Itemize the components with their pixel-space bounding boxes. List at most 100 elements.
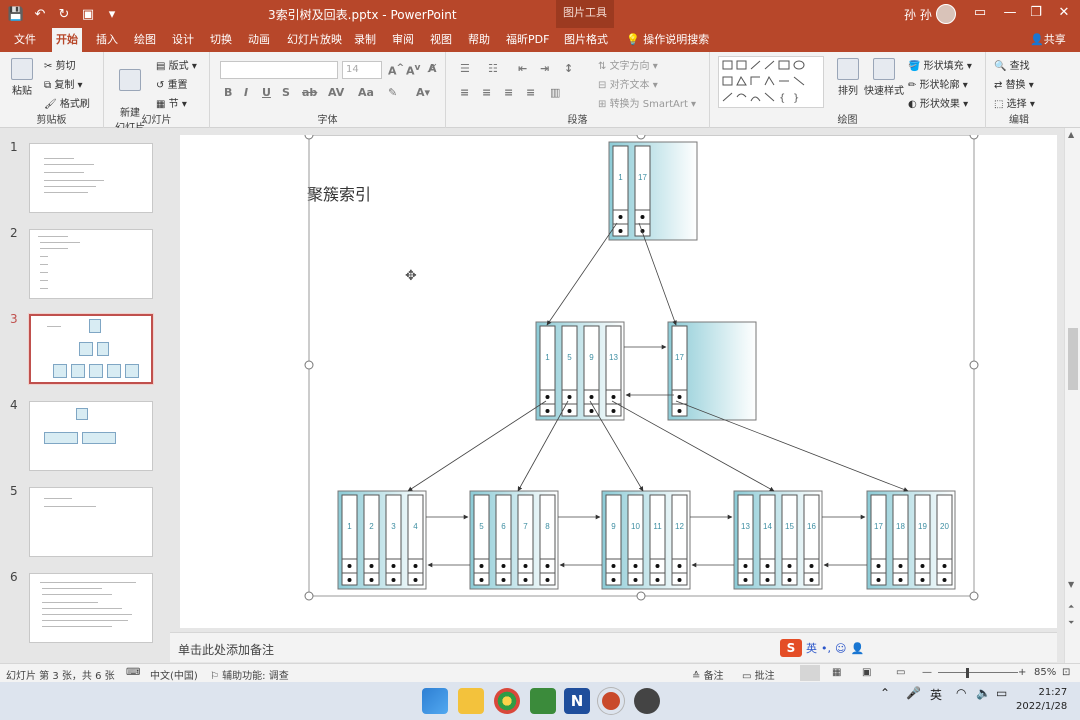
tab-file[interactable]: 文件	[10, 28, 40, 52]
align-center-icon[interactable]: ≡	[482, 86, 491, 99]
prev-slide-icon[interactable]: ⏶	[1068, 602, 1074, 612]
section-button[interactable]: ▦ 节 ▾	[156, 95, 187, 110]
comments-toggle[interactable]: ▭ 批注	[742, 667, 775, 682]
reset-button[interactable]: ↺ 重置	[156, 76, 188, 91]
sogou-ime-icon[interactable]: S	[780, 639, 802, 657]
tab-review[interactable]: 审阅	[388, 28, 418, 52]
columns-icon[interactable]: ▥	[550, 86, 560, 99]
line-spacing-icon[interactable]: ↕	[564, 62, 573, 75]
chrome-icon[interactable]	[494, 688, 520, 714]
language-indicator[interactable]: 中文(中国)	[150, 667, 198, 682]
customize-qat-icon[interactable]: ▾	[102, 4, 122, 24]
wifi-icon[interactable]: ◠	[956, 686, 966, 700]
justify-icon[interactable]: ≡	[526, 86, 535, 99]
arrange-button[interactable]: 排列	[834, 58, 862, 97]
tab-draw[interactable]: 绘图	[130, 28, 160, 52]
layout-button[interactable]: ▤ 版式 ▾	[156, 57, 197, 72]
ime-punct-icon[interactable]: •,	[821, 642, 831, 655]
save-icon[interactable]: 💾	[6, 4, 26, 24]
scroll-down-icon[interactable]: ▼	[1068, 580, 1074, 589]
resize-handle[interactable]	[969, 360, 979, 370]
shrink-font-icon[interactable]: Av	[406, 62, 420, 78]
shape-effects-button[interactable]: ◐ 形状效果 ▾	[908, 95, 968, 110]
accessibility-status[interactable]: ⚐ 辅助功能: 调查	[210, 667, 289, 682]
taskbar-ime[interactable]: 英	[930, 686, 942, 703]
tab-design[interactable]: 设计	[168, 28, 198, 52]
slide-thumbnail-2[interactable]	[29, 229, 153, 299]
leaf-node[interactable]: 1 2 3 4	[337, 490, 427, 590]
slide-thumbnail-3[interactable]	[28, 313, 154, 385]
notes-pane[interactable]: 单击此处添加备注 S 英 •, ☺ 👤	[170, 632, 1057, 662]
undo-icon[interactable]: ↶	[30, 4, 50, 24]
resize-handle[interactable]	[304, 360, 314, 370]
user-name[interactable]: 孙 孙	[904, 6, 932, 23]
next-slide-icon[interactable]: ⏷	[1068, 618, 1074, 628]
notes-placeholder[interactable]: 单击此处添加备注	[178, 641, 274, 658]
zoom-out-icon[interactable]: —	[922, 667, 932, 678]
zoom-level[interactable]: 85%	[1034, 667, 1056, 678]
highlight-icon[interactable]: ✎	[388, 86, 397, 99]
zoom-slider-thumb[interactable]	[966, 668, 969, 678]
tab-transitions[interactable]: 切换	[206, 28, 236, 52]
app-icon[interactable]	[530, 688, 556, 714]
bullets-icon[interactable]: ☰	[460, 62, 470, 75]
convert-smartart-button[interactable]: ⊞ 转换为 SmartArt ▾	[598, 95, 696, 110]
font-name-box[interactable]	[220, 61, 338, 79]
close-icon[interactable]: ✕	[1052, 2, 1076, 26]
zoom-in-icon[interactable]: +	[1018, 667, 1026, 678]
tab-animations[interactable]: 动画	[244, 28, 274, 52]
share-button[interactable]: 👤共享	[1030, 28, 1066, 52]
resize-handle[interactable]	[969, 135, 979, 140]
tell-me-search[interactable]: 💡 操作说明搜索	[626, 28, 709, 52]
file-explorer-icon[interactable]	[458, 688, 484, 714]
reading-view-icon[interactable]: ▣	[862, 667, 871, 678]
align-left-icon[interactable]: ≡	[460, 86, 469, 99]
font-size-box[interactable]: 14	[342, 61, 382, 79]
font-color-icon[interactable]: A▾	[416, 86, 430, 99]
decrease-indent-icon[interactable]: ⇤	[518, 62, 527, 75]
resize-handle[interactable]	[304, 135, 314, 140]
slide-thumbnail-6[interactable]	[29, 573, 153, 643]
ime-user-icon[interactable]: 👤	[850, 642, 864, 655]
windows-start-icon[interactable]	[422, 688, 448, 714]
resize-handle[interactable]	[636, 591, 646, 601]
replace-button[interactable]: ⇄ 替换 ▾	[994, 76, 1034, 91]
normal-view-icon[interactable]	[800, 665, 820, 681]
leaf-node[interactable]: 5 6 7 8	[469, 490, 559, 590]
slide-thumbnail-5[interactable]	[29, 487, 153, 557]
slide-thumbnail-4[interactable]	[29, 401, 153, 471]
powerpoint-taskbar-icon[interactable]	[598, 688, 624, 714]
minimize-icon[interactable]: —	[998, 2, 1022, 26]
cut-button[interactable]: ✂ 剪切	[44, 57, 76, 72]
scrollbar-thumb[interactable]	[1068, 328, 1078, 390]
ime-lang[interactable]: 英	[806, 640, 817, 656]
start-from-beginning-icon[interactable]: ▣	[78, 4, 98, 24]
inner-node[interactable]: 1 5 9 13	[535, 321, 625, 421]
notes-toggle[interactable]: ≙ 备注	[692, 667, 724, 682]
shape-fill-button[interactable]: 🪣 形状填充 ▾	[908, 57, 972, 72]
strikethrough-icon[interactable]: ab	[302, 86, 317, 99]
obs-icon[interactable]	[634, 688, 660, 714]
tab-help[interactable]: 帮助	[464, 28, 494, 52]
redo-icon[interactable]: ↻	[54, 4, 74, 24]
tab-view[interactable]: 视图	[426, 28, 456, 52]
find-button[interactable]: 🔍 查找	[994, 57, 1030, 72]
copy-button[interactable]: ⧉ 复制 ▾	[44, 76, 83, 91]
italic-icon[interactable]: I	[244, 86, 248, 99]
underline-icon[interactable]: U	[262, 86, 271, 99]
leaf-node[interactable]: 9 10 11 12	[601, 490, 691, 590]
microphone-icon[interactable]: 🎤	[906, 686, 921, 700]
tab-picture-format[interactable]: 图片格式	[560, 28, 612, 52]
zoom-slider[interactable]	[938, 672, 1018, 673]
tab-foxit-pdf[interactable]: 福昕PDF	[502, 28, 553, 52]
quick-styles-button[interactable]: 快速样式	[864, 58, 904, 97]
taskbar-clock[interactable]: 21:27 2022/1/28	[1016, 686, 1067, 714]
increase-indent-icon[interactable]: ⇥	[540, 62, 549, 75]
grow-font-icon[interactable]: A^	[388, 62, 404, 78]
tab-slideshow[interactable]: 幻灯片放映	[283, 28, 346, 52]
paste-button[interactable]: 粘贴	[6, 58, 38, 97]
align-right-icon[interactable]: ≡	[504, 86, 513, 99]
maximize-icon[interactable]: ❐	[1024, 2, 1048, 26]
change-case-icon[interactable]: Aa	[358, 86, 374, 99]
ribbon-display-options-icon[interactable]: ▭	[968, 2, 992, 26]
